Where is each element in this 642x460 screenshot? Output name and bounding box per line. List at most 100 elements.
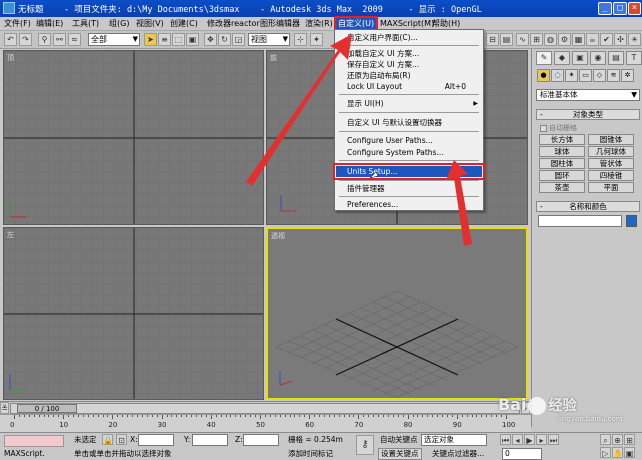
rect-selection-icon[interactable]: ⬚ bbox=[172, 33, 185, 46]
menu-file[interactable]: 文件(F) bbox=[2, 18, 33, 30]
redo-icon[interactable]: ↷ bbox=[19, 33, 32, 46]
menu-item-plugin-manager[interactable]: 插件管理器 bbox=[336, 183, 482, 194]
menu-item-save-ui-scheme[interactable]: 保存自定义 UI 方案... bbox=[336, 59, 482, 70]
menu-rendering[interactable]: 渲染(R) bbox=[303, 18, 335, 30]
category-select[interactable]: 标准基本体 ▼ bbox=[536, 89, 640, 101]
cylinder-button[interactable]: 圆柱体 bbox=[539, 158, 585, 169]
menu-item-lock-ui-layout[interactable]: Lock UI Layout Alt+0 bbox=[336, 81, 482, 92]
maxscript-listener-input[interactable] bbox=[4, 435, 64, 447]
key-selection-select[interactable]: 选定对象 bbox=[421, 434, 487, 446]
menu-item-customize-ui[interactable]: 自定义用户界面(C)... bbox=[336, 32, 482, 43]
lights-icon[interactable]: ✶ bbox=[565, 69, 578, 82]
cameras-icon[interactable]: ▭ bbox=[579, 69, 592, 82]
viewport-front-label[interactable]: 前 bbox=[270, 53, 277, 63]
close-button[interactable]: × bbox=[628, 2, 641, 15]
torus-button[interactable]: 圆环 bbox=[539, 170, 585, 181]
go-to-start-icon[interactable]: ⏮ bbox=[500, 434, 511, 445]
link-icon[interactable]: ⚲ bbox=[38, 33, 51, 46]
menu-item-configure-user-paths[interactable]: Configure User Paths... bbox=[336, 135, 482, 146]
menu-item-show-ui[interactable]: 显示 UI(H) ▶ bbox=[336, 98, 482, 109]
quick-render-icon[interactable]: ☕ bbox=[586, 33, 599, 46]
mini-curve-toggle-icon[interactable]: ≚ bbox=[0, 402, 9, 414]
current-frame-input[interactable]: 0 bbox=[502, 448, 542, 460]
helpers-icon[interactable]: ◇ bbox=[593, 69, 606, 82]
auto-key-button[interactable]: 自动关键点 bbox=[380, 435, 418, 445]
zoom-icon[interactable]: ⌕ bbox=[600, 434, 611, 445]
app-icon[interactable] bbox=[3, 2, 15, 14]
curve-editor-icon[interactable]: ∿ bbox=[516, 33, 529, 46]
object-color-swatch[interactable] bbox=[626, 215, 637, 227]
viewport-perspective[interactable]: 透视 bbox=[266, 227, 528, 400]
menu-item-load-ui-scheme[interactable]: 加载自定义 UI 方案... bbox=[336, 48, 482, 59]
unlink-icon[interactable]: ⚯ bbox=[53, 33, 66, 46]
play-icon[interactable]: ▶ bbox=[524, 434, 535, 445]
zoom-all-icon[interactable]: ⊕ bbox=[612, 434, 623, 445]
teapot-button[interactable]: 茶壶 bbox=[539, 182, 585, 193]
object-type-rollout[interactable]: - 对象类型 bbox=[536, 109, 640, 120]
absolute-mode-icon[interactable]: ⊡ bbox=[116, 434, 127, 445]
shapes-icon[interactable]: ◌ bbox=[551, 69, 564, 82]
lock-selection-icon[interactable]: 🔒 bbox=[102, 434, 113, 445]
menu-tools[interactable]: 工具(T) bbox=[70, 18, 101, 30]
plane-button[interactable]: 平面 bbox=[588, 182, 634, 193]
move-icon[interactable]: ✥ bbox=[204, 33, 217, 46]
name-color-rollout[interactable]: - 名称和颜色 bbox=[536, 201, 640, 212]
track-bar[interactable]: 0 10 20 30 40 50 60 70 80 90 100 bbox=[0, 414, 531, 432]
key-filters-button[interactable]: 关键点过滤器... bbox=[432, 449, 484, 459]
undo-icon[interactable]: ↶ bbox=[4, 33, 17, 46]
motion-tab-icon[interactable]: ◉ bbox=[590, 51, 606, 65]
pivot-center-icon[interactable]: ⊹ bbox=[294, 33, 307, 46]
previous-frame-icon[interactable]: ◂ bbox=[512, 434, 523, 445]
cone-button[interactable]: 圆锥体 bbox=[588, 134, 634, 145]
selection-filter-select[interactable]: 全部 ▼ bbox=[88, 33, 140, 46]
schematic-view-icon[interactable]: ⊞ bbox=[530, 33, 543, 46]
pan-icon[interactable]: ✋ bbox=[612, 447, 623, 458]
menu-reactor[interactable]: reactor bbox=[229, 18, 262, 30]
hierarchy-tab-icon[interactable]: ▣ bbox=[572, 51, 588, 65]
environment-icon[interactable]: ✣ bbox=[614, 33, 627, 46]
menu-graph-editors[interactable]: 图形编辑器 bbox=[258, 18, 302, 30]
x-coord-input[interactable] bbox=[138, 434, 174, 446]
material-editor-icon[interactable]: ◍ bbox=[544, 33, 557, 46]
select-object-icon[interactable]: ➤ bbox=[144, 33, 157, 46]
modify-tab-icon[interactable]: ◆ bbox=[554, 51, 570, 65]
menu-item-revert-startup-layout[interactable]: 还原为启动布局(R) bbox=[336, 70, 482, 81]
confirm-icon[interactable]: ✔ bbox=[600, 33, 613, 46]
layer-manager-icon[interactable]: ▤ bbox=[500, 33, 513, 46]
align-icon[interactable]: ⊟ bbox=[486, 33, 499, 46]
effects-icon[interactable]: ☀ bbox=[628, 33, 641, 46]
systems-icon[interactable]: ✲ bbox=[621, 69, 634, 82]
object-name-input[interactable] bbox=[538, 215, 622, 227]
scale-icon[interactable]: ◲ bbox=[232, 33, 245, 46]
set-key-icon[interactable]: ⚷ bbox=[356, 435, 374, 455]
viewport-top[interactable]: 顶 bbox=[3, 50, 264, 225]
next-key-icon[interactable]: ▸ bbox=[536, 434, 547, 445]
box-button[interactable]: 长方体 bbox=[539, 134, 585, 145]
minimize-button[interactable]: _ bbox=[598, 2, 612, 15]
time-slider-thumb[interactable]: 0 / 100 bbox=[17, 404, 77, 413]
rotate-icon[interactable]: ↻ bbox=[218, 33, 231, 46]
pyramid-button[interactable]: 四棱锥 bbox=[588, 170, 634, 181]
y-coord-input[interactable] bbox=[192, 434, 228, 446]
geometry-icon[interactable]: ● bbox=[537, 69, 550, 82]
ref-coord-select[interactable]: 视图 ▼ bbox=[248, 33, 290, 46]
geosphere-button[interactable]: 几何球体 bbox=[588, 146, 634, 157]
z-coord-input[interactable] bbox=[243, 434, 279, 446]
rendered-frame-icon[interactable]: ▦ bbox=[572, 33, 585, 46]
window-crossing-icon[interactable]: ▣ bbox=[186, 33, 199, 46]
set-key-button[interactable]: 设置关键点 bbox=[378, 448, 422, 460]
select-by-name-icon[interactable]: ≡ bbox=[158, 33, 171, 46]
go-to-end-icon[interactable]: ⏭ bbox=[548, 434, 559, 445]
auto-grid-checkbox[interactable]: 自动栅格 bbox=[540, 123, 577, 133]
select-manipulate-icon[interactable]: ✦ bbox=[310, 33, 323, 46]
menu-edit[interactable]: 编辑(E) bbox=[34, 18, 65, 30]
viewport-perspective-label[interactable]: 透视 bbox=[271, 231, 285, 241]
menu-item-configure-system-paths[interactable]: Configure System Paths... bbox=[336, 147, 482, 158]
menu-item-units-setup[interactable]: Units Setup... bbox=[333, 163, 485, 180]
utilities-tab-icon[interactable]: T bbox=[626, 51, 642, 65]
menu-item-preferences[interactable]: Preferences... bbox=[336, 199, 482, 210]
maximize-button[interactable]: □ bbox=[613, 2, 627, 15]
render-setup-icon[interactable]: ⚙ bbox=[558, 33, 571, 46]
viewport-left-label[interactable]: 左 bbox=[7, 230, 14, 240]
time-slider[interactable]: 0 / 100 bbox=[10, 403, 520, 414]
